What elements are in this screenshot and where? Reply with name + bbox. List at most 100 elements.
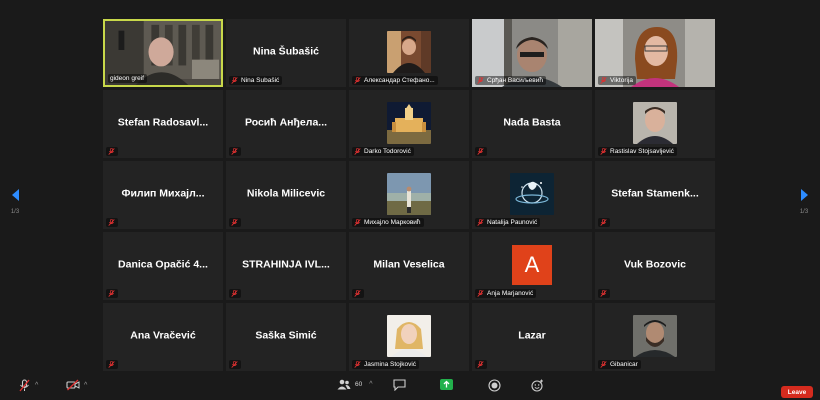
participant-tile[interactable]: gideon greif bbox=[103, 19, 223, 87]
chevron-left-icon bbox=[11, 189, 19, 201]
participant-name-label bbox=[106, 360, 118, 369]
participant-tile[interactable]: Stefan Stamenk... bbox=[595, 161, 715, 229]
participant-name-label: Natalija Paunović bbox=[475, 218, 541, 227]
participant-tile[interactable]: Nina Šubašić Nina Šubašić bbox=[226, 19, 346, 87]
audio-options-caret[interactable]: ^ bbox=[35, 382, 38, 389]
participant-name: Jasmina Stojković bbox=[364, 361, 417, 368]
unmute-button[interactable]: ^ bbox=[18, 379, 38, 392]
mic-muted-icon bbox=[600, 361, 607, 368]
participant-name-label bbox=[106, 218, 118, 227]
participant-tile[interactable]: Milan Veselica bbox=[349, 232, 469, 300]
participant-tile[interactable]: Михајло Марковић bbox=[349, 161, 469, 229]
participant-display-name: Филип Михајл... bbox=[121, 187, 205, 200]
participant-tile[interactable]: Ana Vračević bbox=[103, 303, 223, 371]
leave-button[interactable]: Leave bbox=[781, 386, 813, 398]
participant-name-label bbox=[229, 360, 241, 369]
previous-page-button[interactable] bbox=[5, 186, 25, 204]
participant-tile[interactable]: Rastislav Stojsavljević bbox=[595, 90, 715, 158]
participant-tile[interactable]: Филип Михајл... bbox=[103, 161, 223, 229]
participant-tile[interactable]: Saška Simić bbox=[226, 303, 346, 371]
mic-muted-icon bbox=[231, 290, 238, 297]
participant-name: Anja Marjanović bbox=[487, 290, 534, 297]
record-icon bbox=[488, 379, 501, 392]
participant-name-label bbox=[229, 218, 241, 227]
participant-grid: gideon greif Nina Šubašić Nina Šubašić Алек… bbox=[103, 19, 715, 371]
video-feed bbox=[387, 315, 431, 357]
participant-tile[interactable]: STRAHINJA IVL... bbox=[226, 232, 346, 300]
participant-tile[interactable]: Nikola Milicevic bbox=[226, 161, 346, 229]
participant-tile[interactable]: Lazar bbox=[472, 303, 592, 371]
page-indicator-right: 1/3 bbox=[799, 209, 809, 215]
chat-button[interactable] bbox=[393, 379, 406, 391]
participant-display-name: Lazar bbox=[518, 329, 546, 342]
share-screen-button[interactable] bbox=[440, 379, 453, 390]
participants-count: 60 bbox=[355, 381, 363, 388]
start-video-button[interactable]: ^ bbox=[66, 379, 87, 391]
participant-tile[interactable]: Darko Todorović bbox=[349, 90, 469, 158]
participant-tile[interactable]: Vuk Bozovic bbox=[595, 232, 715, 300]
participant-tile[interactable]: A Anja Marjanović bbox=[472, 232, 592, 300]
next-page-button[interactable] bbox=[794, 186, 814, 204]
profile-picture bbox=[387, 173, 431, 215]
mic-muted-icon bbox=[108, 290, 115, 297]
participant-name-label bbox=[475, 147, 487, 156]
participant-name: gideon greif bbox=[110, 75, 144, 82]
mic-muted-icon bbox=[477, 219, 484, 226]
participant-tile[interactable]: Nađa Basta bbox=[472, 90, 592, 158]
participants-icon bbox=[337, 379, 351, 390]
participant-display-name: Stefan Stamenk... bbox=[611, 187, 699, 200]
participant-display-name: STRAHINJA IVL... bbox=[242, 258, 330, 271]
video-feed bbox=[633, 315, 677, 357]
participant-tile[interactable]: Natalija Paunović bbox=[472, 161, 592, 229]
participant-name-label: Срђан Васиљевић bbox=[475, 76, 546, 85]
participant-tile[interactable]: Gibanicar bbox=[595, 303, 715, 371]
meeting-toolbar: ^ ^ 60 ^ Leave bbox=[0, 374, 820, 400]
participant-name: Natalija Paunović bbox=[487, 219, 538, 226]
participant-tile[interactable]: Срђан Васиљевић bbox=[472, 19, 592, 87]
mic-muted-icon bbox=[354, 219, 361, 226]
record-button[interactable] bbox=[488, 379, 501, 392]
mic-muted-icon bbox=[19, 379, 30, 392]
participant-tile[interactable]: Danica Opačić 4... bbox=[103, 232, 223, 300]
participant-tile[interactable]: Александар Стефано... bbox=[349, 19, 469, 87]
participant-display-name: Nikola Milicevic bbox=[246, 187, 326, 200]
participant-display-name: Nađa Basta bbox=[503, 116, 561, 129]
profile-picture bbox=[387, 315, 431, 357]
participant-tile[interactable]: Viktorija bbox=[595, 19, 715, 87]
participant-tile[interactable]: Stefan Radosavl... bbox=[103, 90, 223, 158]
participant-name-label bbox=[598, 218, 610, 227]
participant-name-label bbox=[229, 147, 241, 156]
mic-muted-icon bbox=[477, 361, 484, 368]
mic-muted-icon bbox=[600, 77, 607, 84]
video-options-caret[interactable]: ^ bbox=[84, 382, 87, 389]
participant-name: Gibanicar bbox=[610, 361, 638, 368]
mic-muted-icon bbox=[231, 219, 238, 226]
share-screen-icon bbox=[440, 379, 453, 390]
participant-name-label: Михајло Марковић bbox=[352, 218, 424, 227]
participant-name: Nina Šubašić bbox=[241, 77, 280, 84]
mic-muted-icon bbox=[354, 148, 361, 155]
participant-name-label: Jasmina Stojković bbox=[352, 360, 420, 369]
participant-tile[interactable]: Jasmina Stojković bbox=[349, 303, 469, 371]
participant-name: Darko Todorović bbox=[364, 148, 411, 155]
participants-options-caret[interactable]: ^ bbox=[369, 381, 372, 388]
page-indicator-left: 1/3 bbox=[10, 209, 20, 215]
participant-name-label bbox=[106, 289, 118, 298]
reactions-button[interactable] bbox=[531, 379, 544, 392]
participant-name-label: Anja Marjanović bbox=[475, 289, 537, 298]
participant-name-label: Nina Šubašić bbox=[229, 76, 283, 85]
mic-muted-icon bbox=[231, 148, 238, 155]
mic-muted-icon bbox=[108, 361, 115, 368]
video-feed bbox=[510, 173, 554, 215]
participant-tile[interactable]: Росић Анђела... bbox=[226, 90, 346, 158]
mic-muted-icon bbox=[231, 77, 238, 84]
participant-name-label bbox=[106, 147, 118, 156]
participant-display-name: Росић Анђела... bbox=[244, 116, 328, 129]
participant-display-name: Stefan Radosavl... bbox=[117, 116, 209, 129]
participant-name-label: Gibanicar bbox=[598, 360, 641, 369]
participant-name: Срђан Васиљевић bbox=[487, 77, 543, 84]
participants-button[interactable]: 60 ^ bbox=[337, 379, 373, 390]
participant-name-label: gideon greif bbox=[108, 74, 147, 83]
profile-picture bbox=[510, 173, 554, 215]
mic-muted-icon bbox=[477, 290, 484, 297]
